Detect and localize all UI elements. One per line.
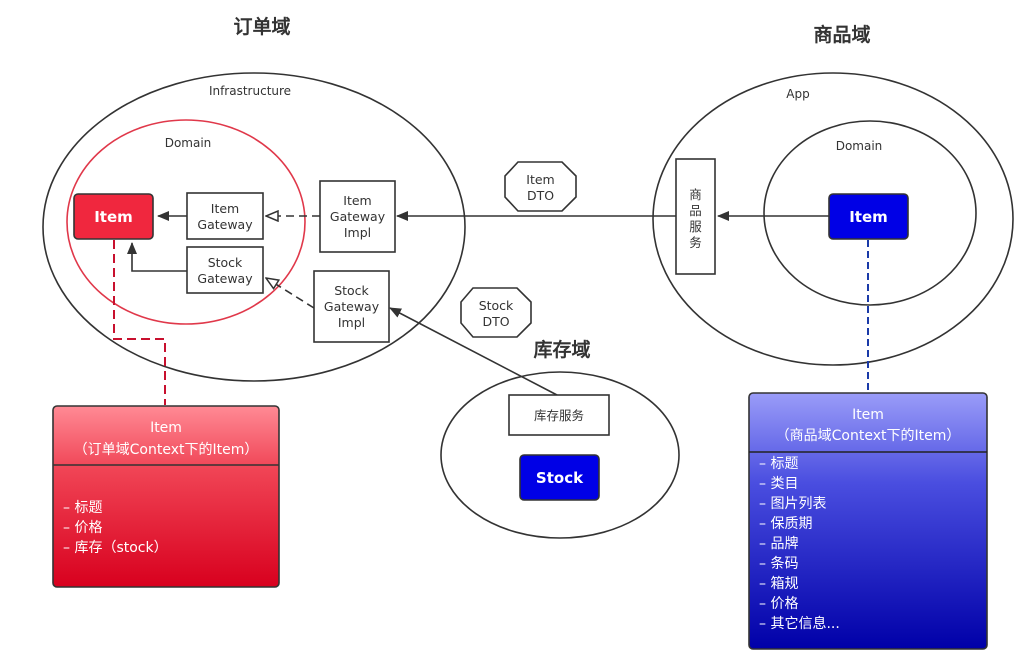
order-card-field: – 库存（stock） <box>63 540 168 556</box>
product-card-field: – 条码 <box>759 555 798 572</box>
product-card-field: – 价格 <box>759 596 798 612</box>
product-service-box[interactable]: 商 品 服 务 <box>675 158 716 275</box>
product-item-card[interactable]: Item （商品域Context下的Item） – 标题 – 类目 – 图片列表… <box>748 392 988 650</box>
order-card-header-line-2: （订单域Context下的Item） <box>74 442 259 458</box>
item-dto-line-2: DTO <box>527 188 554 203</box>
order-card-field: – 标题 <box>63 500 102 516</box>
product-item-entity[interactable]: Item <box>828 193 909 240</box>
product-service-char-3: 服 <box>689 219 702 234</box>
item-dto-badge[interactable]: Item DTO <box>504 161 577 212</box>
item-gateway-impl-line-2: Gateway <box>330 209 386 224</box>
product-card-field: – 类目 <box>759 476 798 492</box>
item-gateway-impl-line-3: Impl <box>344 225 371 240</box>
item-dto-line-1: Item <box>526 172 554 187</box>
stock-gateway-line-2: Gateway <box>197 271 253 286</box>
stock-gateway-to-item-arrow <box>127 242 187 272</box>
order-item-entity[interactable]: Item <box>73 193 154 240</box>
stock-dto-line-2: DTO <box>482 314 509 329</box>
order-card-field: – 价格 <box>63 520 102 536</box>
stock-domain-title: 库存域 <box>533 338 590 361</box>
product-domain-label: Domain <box>836 139 883 153</box>
product-card-field: – 箱规 <box>759 576 798 592</box>
order-item-card[interactable]: Item （订单域Context下的Item） – 标题 – 价格 – 库存（s… <box>52 405 280 588</box>
order-domain-title: 订单域 <box>233 15 290 38</box>
product-card-field: – 图片列表 <box>759 496 826 512</box>
product-card-field: – 其它信息... <box>759 615 840 632</box>
product-service-char-2: 品 <box>689 203 702 218</box>
stock-gateway-impl-realizes-arrow <box>266 278 315 309</box>
stock-gateway-impl-line-3: Impl <box>338 315 365 330</box>
product-card-field: – 品牌 <box>759 535 798 552</box>
stock-gateway-line-1: Stock <box>208 255 243 270</box>
stock-service-label: 库存服务 <box>534 408 584 423</box>
stock-entity-label: Stock <box>536 469 584 487</box>
item-gateway-impl-line-1: Item <box>343 193 371 208</box>
order-item-label: Item <box>94 208 133 226</box>
stock-dto-line-1: Stock <box>479 298 514 313</box>
stock-entity[interactable]: Stock <box>519 454 600 501</box>
product-domain-title: 商品域 <box>813 23 870 46</box>
item-gateway-impl-box[interactable]: Item Gateway Impl <box>319 180 396 253</box>
order-domain-label: Domain <box>165 136 212 150</box>
item-gateway-box[interactable]: Item Gateway <box>186 192 264 240</box>
stock-gateway-impl-line-2: Gateway <box>324 299 380 314</box>
product-item-label: Item <box>849 208 888 226</box>
stock-gateway-impl-box[interactable]: Stock Gateway Impl <box>313 270 390 343</box>
stock-gateway-box[interactable]: Stock Gateway <box>186 246 264 294</box>
app-label: App <box>786 87 809 101</box>
order-item-card-link <box>113 240 166 405</box>
product-service-char-4: 务 <box>689 235 702 250</box>
product-service-char-1: 商 <box>689 187 702 202</box>
item-gateway-line-1: Item <box>211 201 239 216</box>
stock-service-box[interactable]: 库存服务 <box>508 394 610 436</box>
stock-gateway-impl-line-1: Stock <box>334 283 369 298</box>
item-gateway-line-2: Gateway <box>197 217 253 232</box>
ddd-context-diagram: 订单域 商品域 库存域 Infrastructure Domain App Do… <box>42 15 1014 650</box>
infrastructure-label: Infrastructure <box>209 84 291 98</box>
product-card-header-line-1: Item <box>852 407 884 423</box>
product-card-header-line-2: （商品域Context下的Item） <box>776 428 961 444</box>
order-card-header-line-1: Item <box>150 420 182 436</box>
product-card-field: – 标题 <box>759 456 798 472</box>
stock-dto-badge[interactable]: Stock DTO <box>460 287 532 338</box>
product-card-field: – 保质期 <box>759 516 812 532</box>
